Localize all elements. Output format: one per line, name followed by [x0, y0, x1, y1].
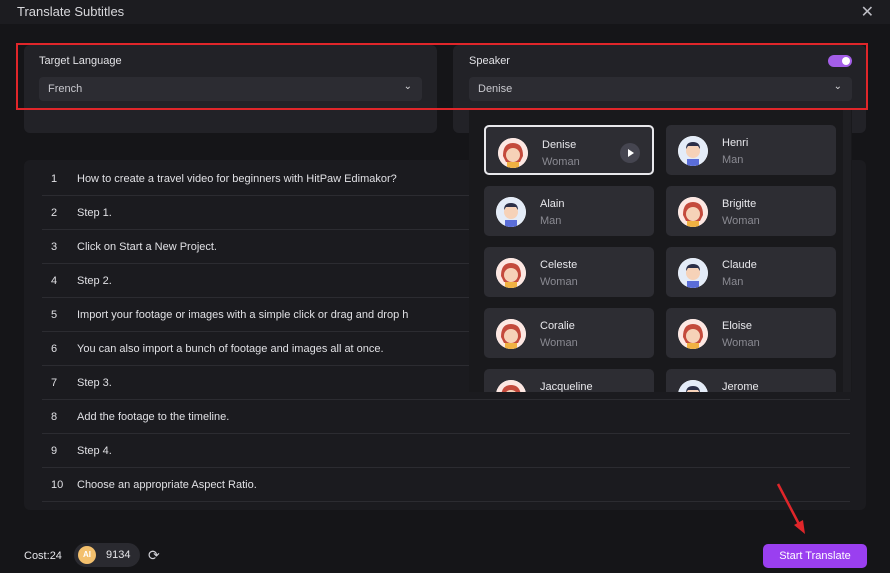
subtitle-number: 8 — [51, 411, 58, 423]
speaker-name: Denise — [542, 139, 577, 151]
title-bar: Translate Subtitles ✕ — [0, 0, 890, 24]
woman-avatar-icon — [496, 380, 526, 392]
woman-avatar-icon — [678, 319, 708, 349]
speaker-card-celeste[interactable]: Celeste Woman — [484, 247, 654, 297]
man-avatar-icon — [678, 136, 708, 166]
subtitle-number: 6 — [51, 343, 58, 355]
ai-coin-icon: AI — [78, 546, 96, 564]
translate-subtitles-dialog: Translate Subtitles ✕ Target Language Fr… — [0, 0, 890, 573]
annotation-arrow-icon — [776, 483, 805, 534]
speaker-card-claude[interactable]: Claude Man — [666, 247, 836, 297]
speaker-card-henri[interactable]: Henri Man — [666, 125, 836, 175]
highlight-box — [16, 43, 868, 110]
subtitle-number: 4 — [51, 275, 58, 287]
man-avatar-icon — [678, 258, 708, 288]
subtitle-text: How to create a travel video for beginne… — [77, 173, 397, 185]
speaker-card-brigitte[interactable]: Brigitte Woman — [666, 186, 836, 236]
speaker-gender: Woman — [540, 276, 578, 288]
credit-balance: AI 9134 — [74, 543, 140, 567]
subtitle-text: Step 4. — [77, 445, 112, 457]
subtitle-row[interactable]: 8 Add the footage to the timeline. — [42, 400, 850, 434]
subtitle-text: Step 2. — [77, 275, 112, 287]
speaker-card-jacqueline[interactable]: Jacqueline — [484, 369, 654, 392]
speaker-gender: Man — [540, 215, 562, 227]
start-translate-button[interactable]: Start Translate — [763, 544, 867, 568]
speaker-name: Coralie — [540, 320, 575, 332]
subtitle-text: Import your footage or images with a sim… — [77, 309, 409, 321]
speaker-card-eloise[interactable]: Eloise Woman — [666, 308, 836, 358]
speaker-card-alain[interactable]: Alain Man — [484, 186, 654, 236]
speaker-dropdown: Denise Woman Henri Man Alain Man Brigitt… — [469, 110, 852, 392]
woman-avatar-icon — [496, 258, 526, 288]
speaker-gender: Woman — [542, 156, 580, 168]
speaker-gender: Woman — [540, 337, 578, 349]
speaker-gender: Man — [722, 154, 744, 166]
subtitle-text: Step 1. — [77, 207, 112, 219]
subtitle-number: 9 — [51, 445, 58, 457]
speaker-card-denise[interactable]: Denise Woman — [484, 125, 654, 175]
subtitle-number: 10 — [51, 479, 64, 491]
speaker-name: Jerome — [722, 381, 759, 392]
speaker-dropdown-scrollbar[interactable] — [843, 110, 851, 392]
speaker-gender: Man — [722, 276, 744, 288]
speaker-card-jerome[interactable]: Jerome — [666, 369, 836, 392]
subtitle-text: Step 3. — [77, 377, 112, 389]
subtitle-number: 2 — [51, 207, 58, 219]
close-icon[interactable]: ✕ — [861, 2, 874, 22]
speaker-name: Celeste — [540, 259, 578, 271]
subtitle-number: 1 — [51, 173, 58, 185]
woman-avatar-icon — [498, 138, 528, 168]
subtitle-row[interactable]: 10 Choose an appropriate Aspect Ratio. — [42, 468, 850, 502]
cost-label: Cost: — [24, 550, 50, 562]
play-icon[interactable] — [620, 143, 640, 163]
speaker-gender: Woman — [722, 215, 760, 227]
speaker-name: Henri — [722, 137, 749, 149]
man-avatar-icon — [678, 380, 708, 392]
speaker-gender: Woman — [722, 337, 760, 349]
subtitle-text: Click on Start a New Project. — [77, 241, 217, 253]
subtitle-number: 3 — [51, 241, 58, 253]
subtitle-row[interactable]: 9 Step 4. — [42, 434, 850, 468]
subtitle-text: You can also import a bunch of footage a… — [77, 343, 384, 355]
dialog-title: Translate Subtitles — [17, 4, 125, 19]
credit-amount: 9134 — [106, 549, 131, 561]
speaker-name: Alain — [540, 198, 565, 210]
speaker-name: Brigitte — [722, 198, 757, 210]
speaker-name: Eloise — [722, 320, 752, 332]
cost-text: Cost:24 — [24, 550, 62, 562]
cost-value: 24 — [49, 550, 62, 562]
subtitle-number: 7 — [51, 377, 58, 389]
subtitle-number: 5 — [51, 309, 58, 321]
speaker-name: Jacqueline — [540, 381, 593, 392]
footer: Cost:24 AI 9134 ⟳ Start Translate — [0, 535, 890, 573]
speaker-name: Claude — [722, 259, 757, 271]
subtitle-text: Choose an appropriate Aspect Ratio. — [77, 479, 257, 491]
woman-avatar-icon — [678, 197, 708, 227]
refresh-icon[interactable]: ⟳ — [148, 547, 160, 564]
man-avatar-icon — [496, 197, 526, 227]
woman-avatar-icon — [496, 319, 526, 349]
subtitle-text: Add the footage to the timeline. — [77, 411, 230, 423]
speaker-card-coralie[interactable]: Coralie Woman — [484, 308, 654, 358]
